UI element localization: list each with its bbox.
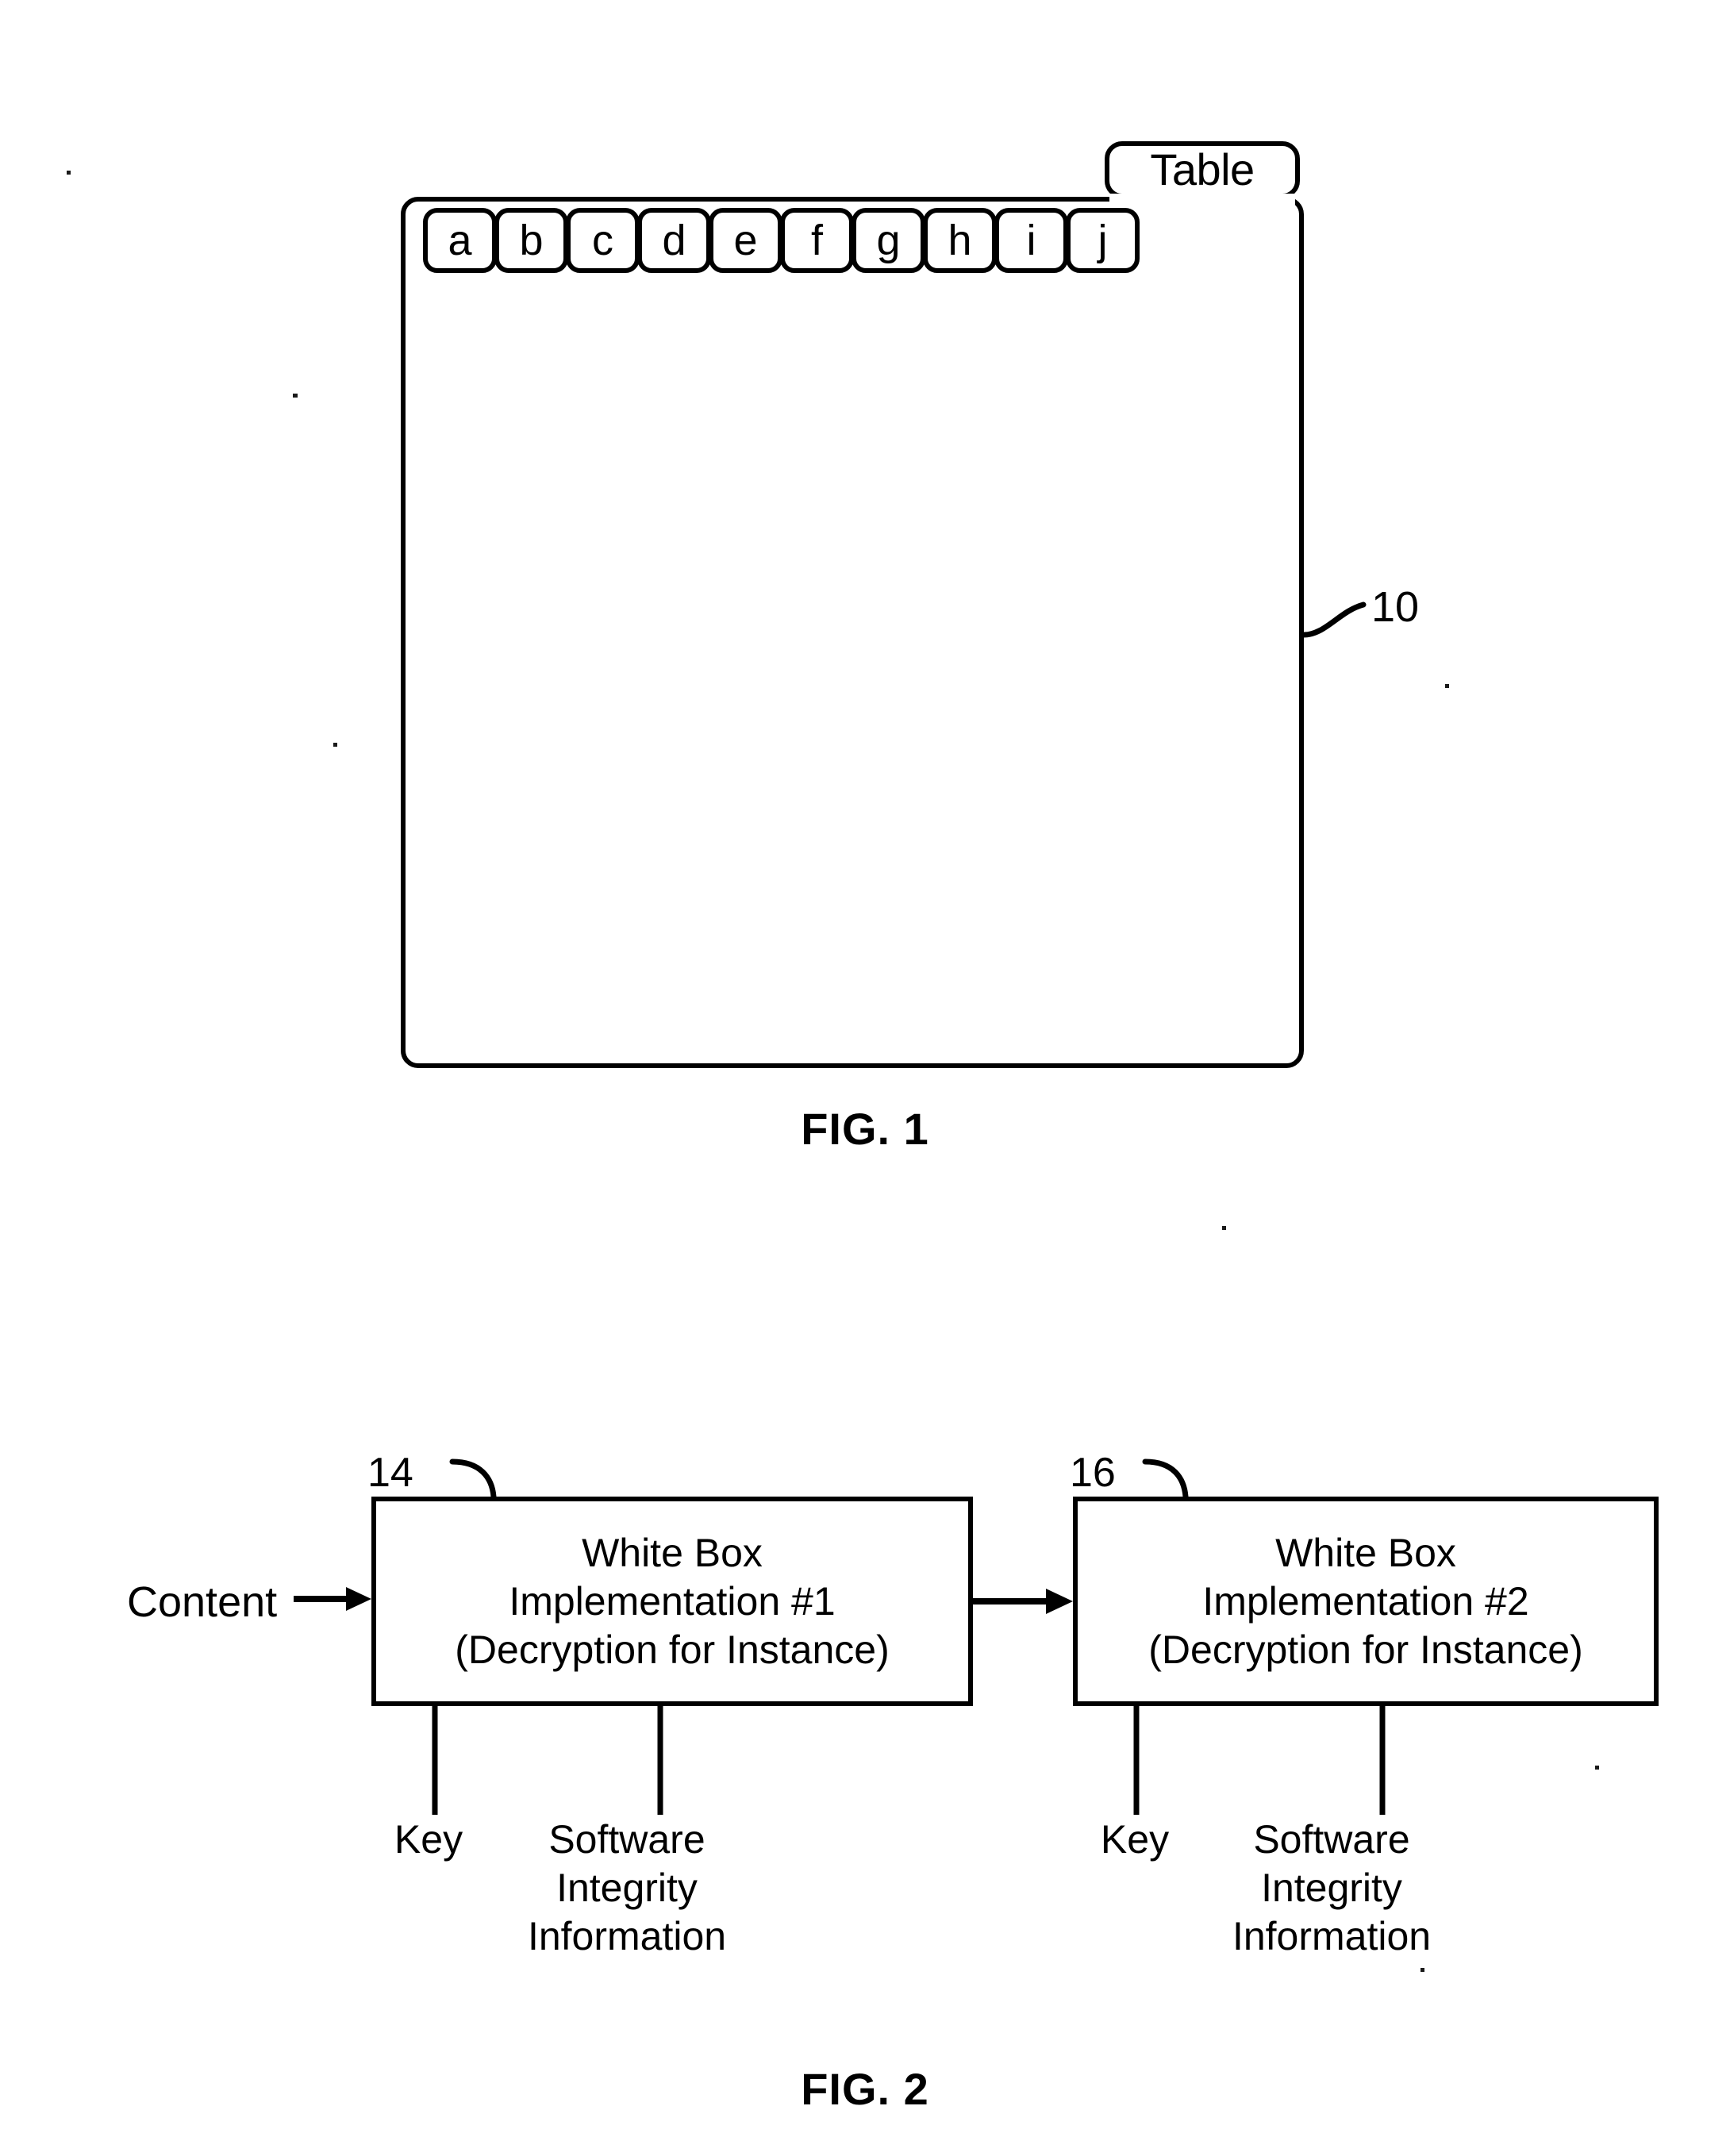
software-integrity-information-label-2: Software Integrity Information bbox=[1181, 1816, 1482, 1961]
table-cell-b[interactable]: b bbox=[494, 208, 568, 273]
sii-line-3: Information bbox=[1232, 1914, 1432, 1958]
patent-drawing-sheet: Table a b c d e f g h i j 10 FIG. 1 14 1… bbox=[0, 0, 1730, 2156]
block-line-1: White Box bbox=[1275, 1530, 1456, 1575]
block-line-3: (Decryption for Instance) bbox=[455, 1627, 890, 1672]
table-cell-j[interactable]: j bbox=[1066, 208, 1140, 273]
table-cell-label: j bbox=[1098, 217, 1108, 264]
table-cell-label: a bbox=[448, 217, 472, 264]
table-cell-label: i bbox=[1026, 217, 1036, 264]
white-box-implementation-2: White Box Implementation #2 (Decryption … bbox=[1073, 1497, 1659, 1706]
sii-line-1: Software bbox=[548, 1817, 705, 1862]
sii-line-2: Integrity bbox=[556, 1866, 698, 1910]
sii-line-3: Information bbox=[527, 1914, 727, 1958]
block-line-2: Implementation #2 bbox=[1202, 1578, 1529, 1624]
table-cell-e[interactable]: e bbox=[709, 208, 782, 273]
block-line-1: White Box bbox=[582, 1530, 763, 1575]
table-cell-label: b bbox=[519, 217, 544, 264]
table-cell-h[interactable]: h bbox=[923, 208, 997, 273]
sii-line-2: Integrity bbox=[1261, 1866, 1402, 1910]
reference-numeral-10: 10 bbox=[1371, 583, 1420, 631]
table-cell-label: g bbox=[876, 217, 901, 264]
table-cell-label: c bbox=[592, 217, 613, 264]
table-tab-label: Table bbox=[1150, 144, 1255, 194]
table-cell-d[interactable]: d bbox=[637, 208, 711, 273]
figure-2-caption: FIG. 2 bbox=[801, 2064, 929, 2114]
block-line-3: (Decryption for Instance) bbox=[1148, 1627, 1583, 1672]
white-box-implementation-1: White Box Implementation #1 (Decryption … bbox=[371, 1497, 973, 1706]
table-tab[interactable]: Table bbox=[1105, 141, 1300, 198]
table-cell-label: d bbox=[662, 217, 686, 264]
reference-numeral-16: 16 bbox=[1070, 1450, 1116, 1496]
content-input-label: Content bbox=[127, 1578, 278, 1626]
table-cell-i[interactable]: i bbox=[994, 208, 1068, 273]
block-line-2: Implementation #1 bbox=[509, 1578, 836, 1624]
table-cell-a[interactable]: a bbox=[423, 208, 497, 273]
table-cell-f[interactable]: f bbox=[780, 208, 854, 273]
software-integrity-information-label-1: Software Integrity Information bbox=[476, 1816, 778, 1961]
table-cell-c[interactable]: c bbox=[566, 208, 640, 273]
table-body-outline bbox=[401, 197, 1304, 1068]
sii-line-1: Software bbox=[1253, 1817, 1410, 1862]
table-cell-label: e bbox=[733, 217, 758, 264]
table-cell-g[interactable]: g bbox=[852, 208, 925, 273]
table-header-row: a b c d e f g h i j bbox=[423, 208, 1140, 273]
reference-numeral-14: 14 bbox=[367, 1450, 413, 1496]
table-cell-label: h bbox=[948, 217, 972, 264]
tab-table-join-mask bbox=[1109, 194, 1295, 205]
table-cell-label: f bbox=[810, 217, 823, 264]
